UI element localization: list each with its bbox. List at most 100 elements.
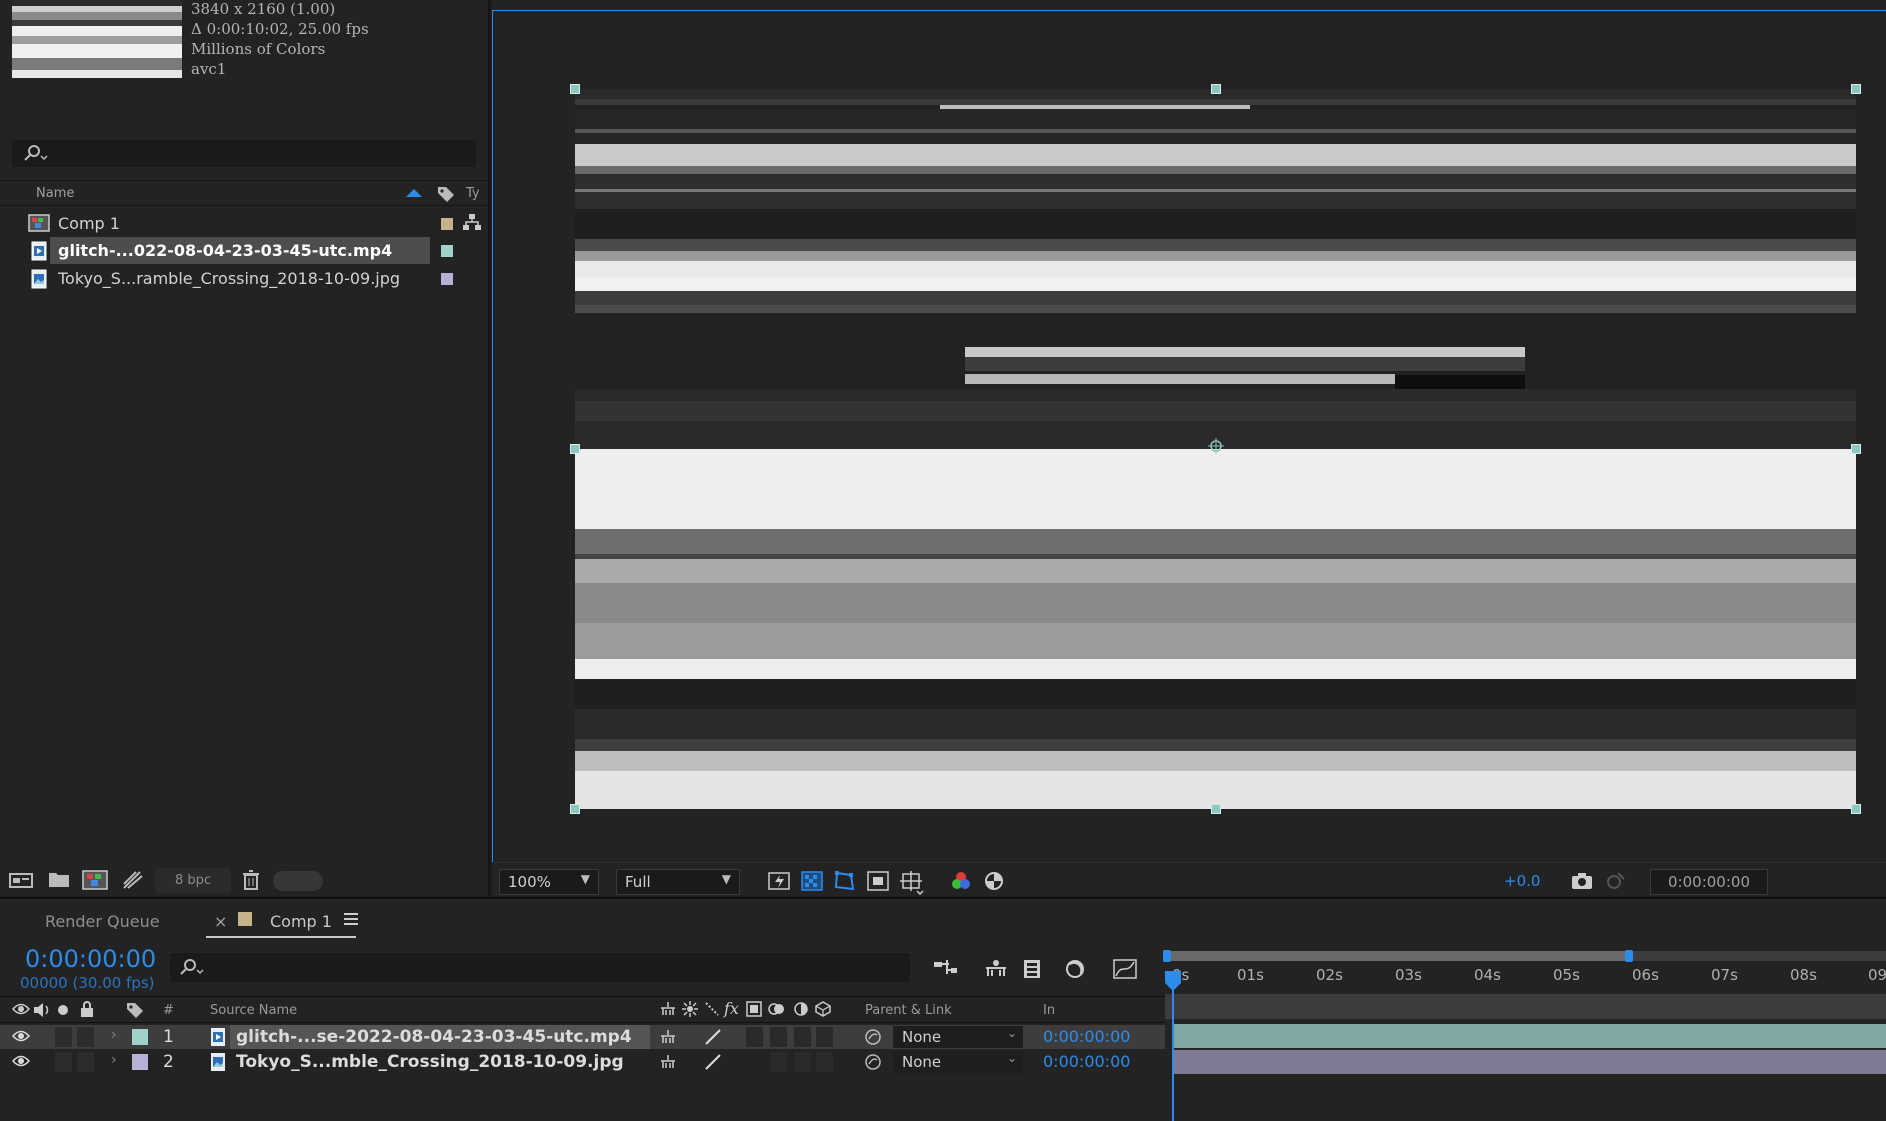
draft-3d-icon[interactable] bbox=[983, 958, 1009, 980]
adjustment-layer-switch-icon[interactable] bbox=[793, 1001, 809, 1017]
layer-in-point[interactable]: 0:00:00:00 bbox=[1043, 1052, 1130, 1071]
trash-icon[interactable] bbox=[241, 870, 261, 890]
composition-mini-flowchart-icon[interactable] bbox=[933, 958, 959, 980]
solo-toggle[interactable] bbox=[55, 1027, 72, 1047]
label-color-swatch[interactable] bbox=[441, 218, 453, 230]
collapse-switch-icon[interactable] bbox=[682, 1001, 698, 1017]
transform-handle-top-right[interactable] bbox=[1851, 84, 1861, 94]
switch-slot[interactable] bbox=[770, 1052, 787, 1072]
work-area-start-handle[interactable] bbox=[1163, 950, 1171, 962]
switch-slot[interactable] bbox=[794, 1027, 811, 1047]
bit-depth-button[interactable]: 8 bpc bbox=[155, 868, 231, 893]
new-composition-icon[interactable] bbox=[82, 870, 108, 890]
lock-toggle[interactable] bbox=[77, 1027, 94, 1047]
exposure-value[interactable]: +0.0 bbox=[1504, 872, 1540, 890]
snapshot-camera-icon[interactable] bbox=[1571, 871, 1593, 891]
parent-dropdown[interactable]: None ⌄ bbox=[893, 1026, 1023, 1048]
interpret-footage-icon[interactable] bbox=[8, 870, 34, 890]
transform-handle-bottom-right[interactable] bbox=[1851, 804, 1861, 814]
label-tag-icon[interactable] bbox=[436, 185, 456, 203]
expand-chevron-icon[interactable]: › bbox=[111, 1052, 117, 1068]
channel-rgb-icon[interactable] bbox=[950, 871, 972, 891]
layer-in-point[interactable]: 0:00:00:00 bbox=[1043, 1027, 1130, 1046]
switch-slot[interactable] bbox=[816, 1052, 833, 1072]
switch-slot[interactable] bbox=[746, 1027, 763, 1047]
lock-icon[interactable] bbox=[80, 1001, 94, 1017]
viewer-current-time[interactable]: 0:00:00:00 bbox=[1650, 869, 1768, 895]
switch-slot[interactable] bbox=[816, 1027, 833, 1047]
reset-exposure-icon[interactable] bbox=[983, 871, 1005, 891]
work-area-bar[interactable] bbox=[1166, 951, 1630, 961]
close-tab-icon[interactable]: × bbox=[214, 912, 227, 931]
label-color-swatch[interactable] bbox=[441, 273, 453, 285]
layer-source-name[interactable]: Tokyo_S...mble_Crossing_2018-10-09.jpg bbox=[236, 1052, 624, 1072]
current-time-display[interactable]: 0:00:00:00 bbox=[25, 945, 156, 973]
thumbnail-size-slider[interactable] bbox=[273, 871, 323, 891]
panel-menu-icon[interactable] bbox=[344, 912, 358, 926]
layer-label-swatch[interactable] bbox=[132, 1054, 148, 1070]
effect-fx-icon[interactable]: fx bbox=[724, 999, 739, 1018]
adjust-settings-icon[interactable] bbox=[122, 870, 144, 890]
solo-dot-icon[interactable] bbox=[58, 1005, 68, 1015]
eye-visibility-icon[interactable] bbox=[12, 1029, 30, 1043]
layer-2-duration-bar[interactable] bbox=[1172, 1050, 1886, 1074]
parent-link-header[interactable]: Parent & Link bbox=[865, 1003, 952, 1018]
shy-switch-icon[interactable] bbox=[660, 1029, 676, 1045]
transform-handle-top[interactable] bbox=[1211, 84, 1221, 94]
parent-pickwhip-icon[interactable] bbox=[864, 1028, 882, 1046]
parent-dropdown[interactable]: None ⌄ bbox=[893, 1051, 1023, 1073]
anchor-point-icon[interactable] bbox=[1208, 438, 1224, 454]
show-snapshot-icon[interactable] bbox=[1604, 871, 1626, 891]
switch-slot[interactable] bbox=[770, 1027, 787, 1047]
magnification-dropdown[interactable]: 100% ▼ bbox=[499, 869, 599, 895]
video-switch-eye-icon[interactable] bbox=[12, 1002, 30, 1016]
graph-editor-icon[interactable] bbox=[1112, 958, 1138, 980]
eye-visibility-icon[interactable] bbox=[12, 1054, 30, 1068]
label-tag-icon[interactable] bbox=[125, 1001, 145, 1019]
quality-slash-icon[interactable] bbox=[704, 1053, 722, 1071]
quality-slash-icon[interactable] bbox=[704, 1028, 722, 1046]
frame-blend-switch-icon[interactable] bbox=[746, 1001, 762, 1017]
project-search-input[interactable] bbox=[12, 140, 476, 167]
sort-ascending-icon[interactable] bbox=[405, 188, 423, 198]
frame-blending-icon[interactable] bbox=[1062, 958, 1088, 980]
tab-render-queue[interactable]: Render Queue bbox=[45, 912, 160, 931]
shy-switch-icon[interactable] bbox=[660, 1054, 676, 1070]
region-of-interest-icon[interactable] bbox=[867, 871, 889, 891]
layer-row-2[interactable]: › 2 Tokyo_S...mble_Crossing_2018-10-09.j… bbox=[0, 1050, 1165, 1074]
transparency-grid-icon[interactable] bbox=[801, 871, 823, 891]
name-column-header[interactable]: Name bbox=[36, 186, 74, 201]
solo-toggle[interactable] bbox=[55, 1052, 72, 1072]
transform-handle-bottom[interactable] bbox=[1211, 804, 1221, 814]
work-area-end-handle[interactable] bbox=[1625, 950, 1633, 962]
flowchart-icon[interactable] bbox=[462, 213, 482, 231]
fast-previews-icon[interactable] bbox=[768, 871, 790, 891]
switch-slot[interactable] bbox=[794, 1052, 811, 1072]
source-name-header[interactable]: Source Name bbox=[210, 1003, 297, 1018]
audio-speaker-icon[interactable] bbox=[33, 1002, 51, 1018]
current-time-indicator-head[interactable] bbox=[1164, 970, 1182, 992]
tab-comp-1[interactable]: Comp 1 bbox=[270, 912, 332, 931]
layer-1-duration-bar[interactable] bbox=[1172, 1024, 1886, 1048]
project-item-glitch[interactable]: glitch-...022-08-04-23-03-45-utc.mp4 bbox=[0, 237, 488, 264]
label-color-swatch[interactable] bbox=[441, 245, 453, 257]
lock-toggle[interactable] bbox=[77, 1052, 94, 1072]
transform-handle-right[interactable] bbox=[1851, 444, 1861, 454]
layer-source-name[interactable]: glitch-...se-2022-08-04-23-03-45-utc.mp4 bbox=[236, 1027, 632, 1047]
timeline-search-input[interactable] bbox=[170, 953, 910, 982]
motion-blur-switch-icon[interactable] bbox=[768, 1001, 786, 1017]
project-item-tokyo[interactable]: Tokyo_S...ramble_Crossing_2018-10-09.jpg bbox=[0, 265, 488, 292]
new-folder-icon[interactable] bbox=[48, 870, 70, 888]
transform-handle-left[interactable] bbox=[570, 444, 580, 454]
project-item-comp[interactable]: Comp 1 bbox=[0, 210, 488, 237]
quality-switch-icon[interactable] bbox=[704, 1001, 720, 1017]
grid-guides-icon[interactable] bbox=[900, 871, 924, 895]
shy-switch-icon[interactable] bbox=[660, 1001, 676, 1017]
mask-visibility-icon[interactable] bbox=[833, 871, 855, 891]
3d-layer-switch-icon[interactable] bbox=[815, 1001, 831, 1017]
transform-handle-bottom-left[interactable] bbox=[570, 804, 580, 814]
layer-row-1[interactable]: › 1 glitch-...se-2022-08-04-23-03-45-utc… bbox=[0, 1025, 1165, 1049]
parent-pickwhip-icon[interactable] bbox=[864, 1053, 882, 1071]
type-column-header[interactable]: Ty bbox=[466, 186, 480, 201]
hide-shy-layers-icon[interactable] bbox=[1020, 958, 1046, 980]
